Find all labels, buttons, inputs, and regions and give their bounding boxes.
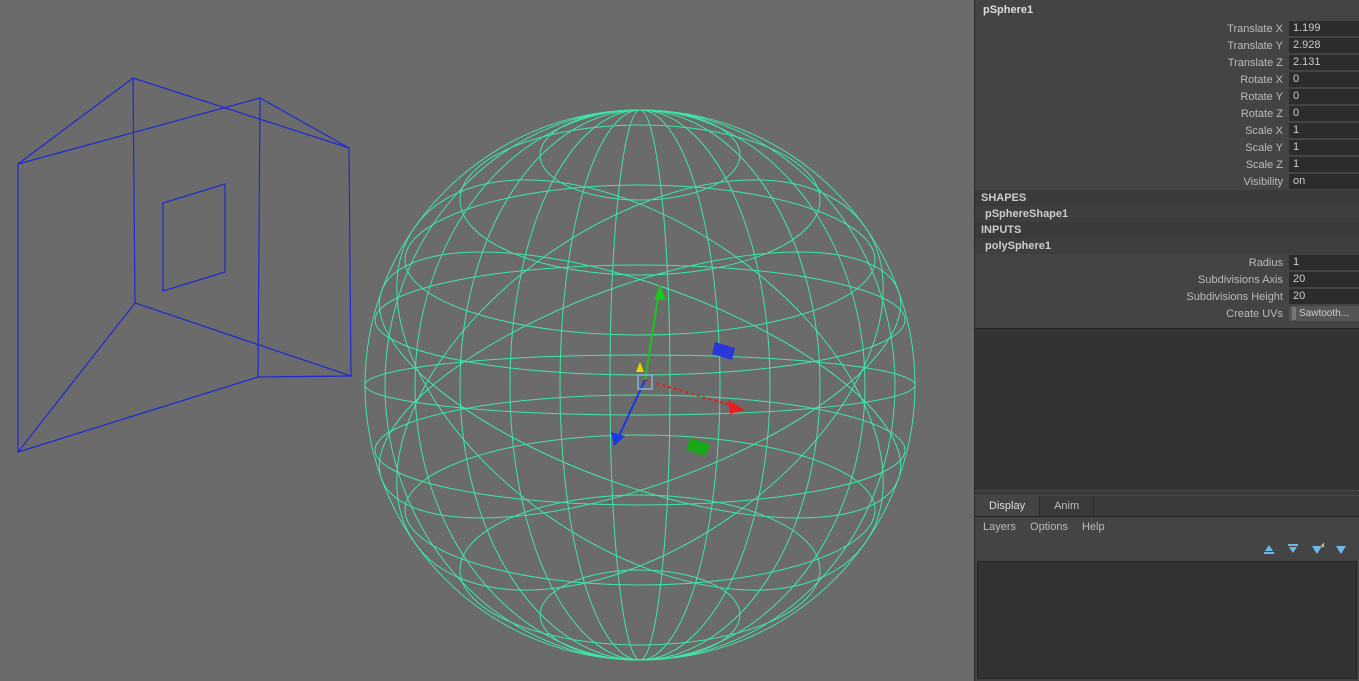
move-layer-up-icon[interactable] <box>1261 541 1277 557</box>
transform-attr-value[interactable]: 0 <box>1289 72 1359 87</box>
new-layer-icon[interactable]: ★ <box>1309 541 1325 557</box>
transform-attr-label: Translate X <box>975 23 1289 35</box>
input-attr-value[interactable]: 20 <box>1289 272 1359 287</box>
menu-help[interactable]: Help <box>1082 521 1105 533</box>
xy-plane-handle[interactable] <box>686 438 710 456</box>
layer-list[interactable] <box>977 561 1357 679</box>
transform-attr-value[interactable]: 1 <box>1289 140 1359 155</box>
tab-display[interactable]: Display <box>975 496 1040 516</box>
tab-anim[interactable]: Anim <box>1040 496 1094 516</box>
cube-wireframe <box>18 78 351 452</box>
transform-attr-label: Rotate X <box>975 74 1289 86</box>
menu-layers[interactable]: Layers <box>983 521 1016 533</box>
shape-node-name[interactable]: pSphereShape1 <box>975 206 1359 222</box>
layer-icon-bar: ★ <box>975 537 1359 561</box>
transform-attr-row: Translate Z2.131 <box>975 54 1359 71</box>
shapes-header: SHAPES <box>975 190 1359 206</box>
transform-attr-value[interactable]: 0 <box>1289 89 1359 104</box>
sphere-wireframe <box>323 96 957 674</box>
transform-attr-value[interactable]: 2.928 <box>1289 38 1359 53</box>
input-attr-value[interactable]: 1 <box>1289 255 1359 270</box>
object-name[interactable]: pSphere1 <box>975 0 1359 20</box>
svg-text:★: ★ <box>1320 542 1324 550</box>
transform-attr-row: Rotate Y0 <box>975 88 1359 105</box>
input-attr-value[interactable]: 20 <box>1289 289 1359 304</box>
create-uvs-dropdown[interactable]: Sawtooth... <box>1289 306 1359 321</box>
create-uvs-label: Create UVs <box>975 308 1289 320</box>
input-attr-row: Radius1 <box>975 254 1359 271</box>
transform-attr-row: Rotate Z0 <box>975 105 1359 122</box>
transform-attr-label: Rotate Y <box>975 91 1289 103</box>
input-attr-label: Radius <box>975 257 1289 269</box>
transform-attr-value[interactable]: 1 <box>1289 123 1359 138</box>
transform-attr-value[interactable]: 1 <box>1289 157 1359 172</box>
move-layer-down-icon[interactable] <box>1285 541 1301 557</box>
new-layer-selected-icon[interactable] <box>1333 541 1349 557</box>
transform-attr-label: Scale Z <box>975 159 1289 171</box>
transform-attr-label: Translate Y <box>975 40 1289 52</box>
menu-options[interactable]: Options <box>1030 521 1068 533</box>
layer-menu-bar: Layers Options Help <box>975 517 1359 537</box>
move-manipulator[interactable] <box>611 285 745 456</box>
transform-attr-label: Scale Y <box>975 142 1289 154</box>
input-node-name[interactable]: polySphere1 <box>975 238 1359 254</box>
layer-tabs: Display Anim <box>975 496 1359 517</box>
viewport-canvas <box>0 0 975 681</box>
transform-attr-row: Translate X1.199 <box>975 20 1359 37</box>
transform-attr-row: Scale Z1 <box>975 156 1359 173</box>
transform-attr-label: Scale X <box>975 125 1289 137</box>
input-attr-row: Subdivisions Axis20 <box>975 271 1359 288</box>
xz-plane-handle[interactable] <box>712 342 735 360</box>
layer-editor: Display Anim Layers Options Help ★ <box>975 496 1359 681</box>
transform-attr-row: Scale Y1 <box>975 139 1359 156</box>
viewport-3d[interactable] <box>0 0 974 681</box>
input-attr-row: Subdivisions Height20 <box>975 288 1359 305</box>
input-attr-label: Subdivisions Height <box>975 291 1289 303</box>
channel-spacer <box>975 328 1359 490</box>
transform-attr-value[interactable]: on <box>1289 174 1359 189</box>
transform-attr-value[interactable]: 2.131 <box>1289 55 1359 70</box>
transform-attr-value[interactable]: 0 <box>1289 106 1359 121</box>
transform-attr-label: Rotate Z <box>975 108 1289 120</box>
transform-attr-row: Visibilityon <box>975 173 1359 190</box>
channel-box[interactable]: pSphere1 Translate X1.199Translate Y2.92… <box>975 0 1359 490</box>
transform-attr-label: Visibility <box>975 176 1289 188</box>
transform-attr-label: Translate Z <box>975 57 1289 69</box>
transform-attr-value[interactable]: 1.199 <box>1289 21 1359 36</box>
transform-attr-row: Scale X1 <box>975 122 1359 139</box>
input-attr-label: Subdivisions Axis <box>975 274 1289 286</box>
inputs-header: INPUTS <box>975 222 1359 238</box>
transform-attr-row: Translate Y2.928 <box>975 37 1359 54</box>
transform-attr-row: Rotate X0 <box>975 71 1359 88</box>
channel-box-panel: pSphere1 Translate X1.199Translate Y2.92… <box>974 0 1359 681</box>
